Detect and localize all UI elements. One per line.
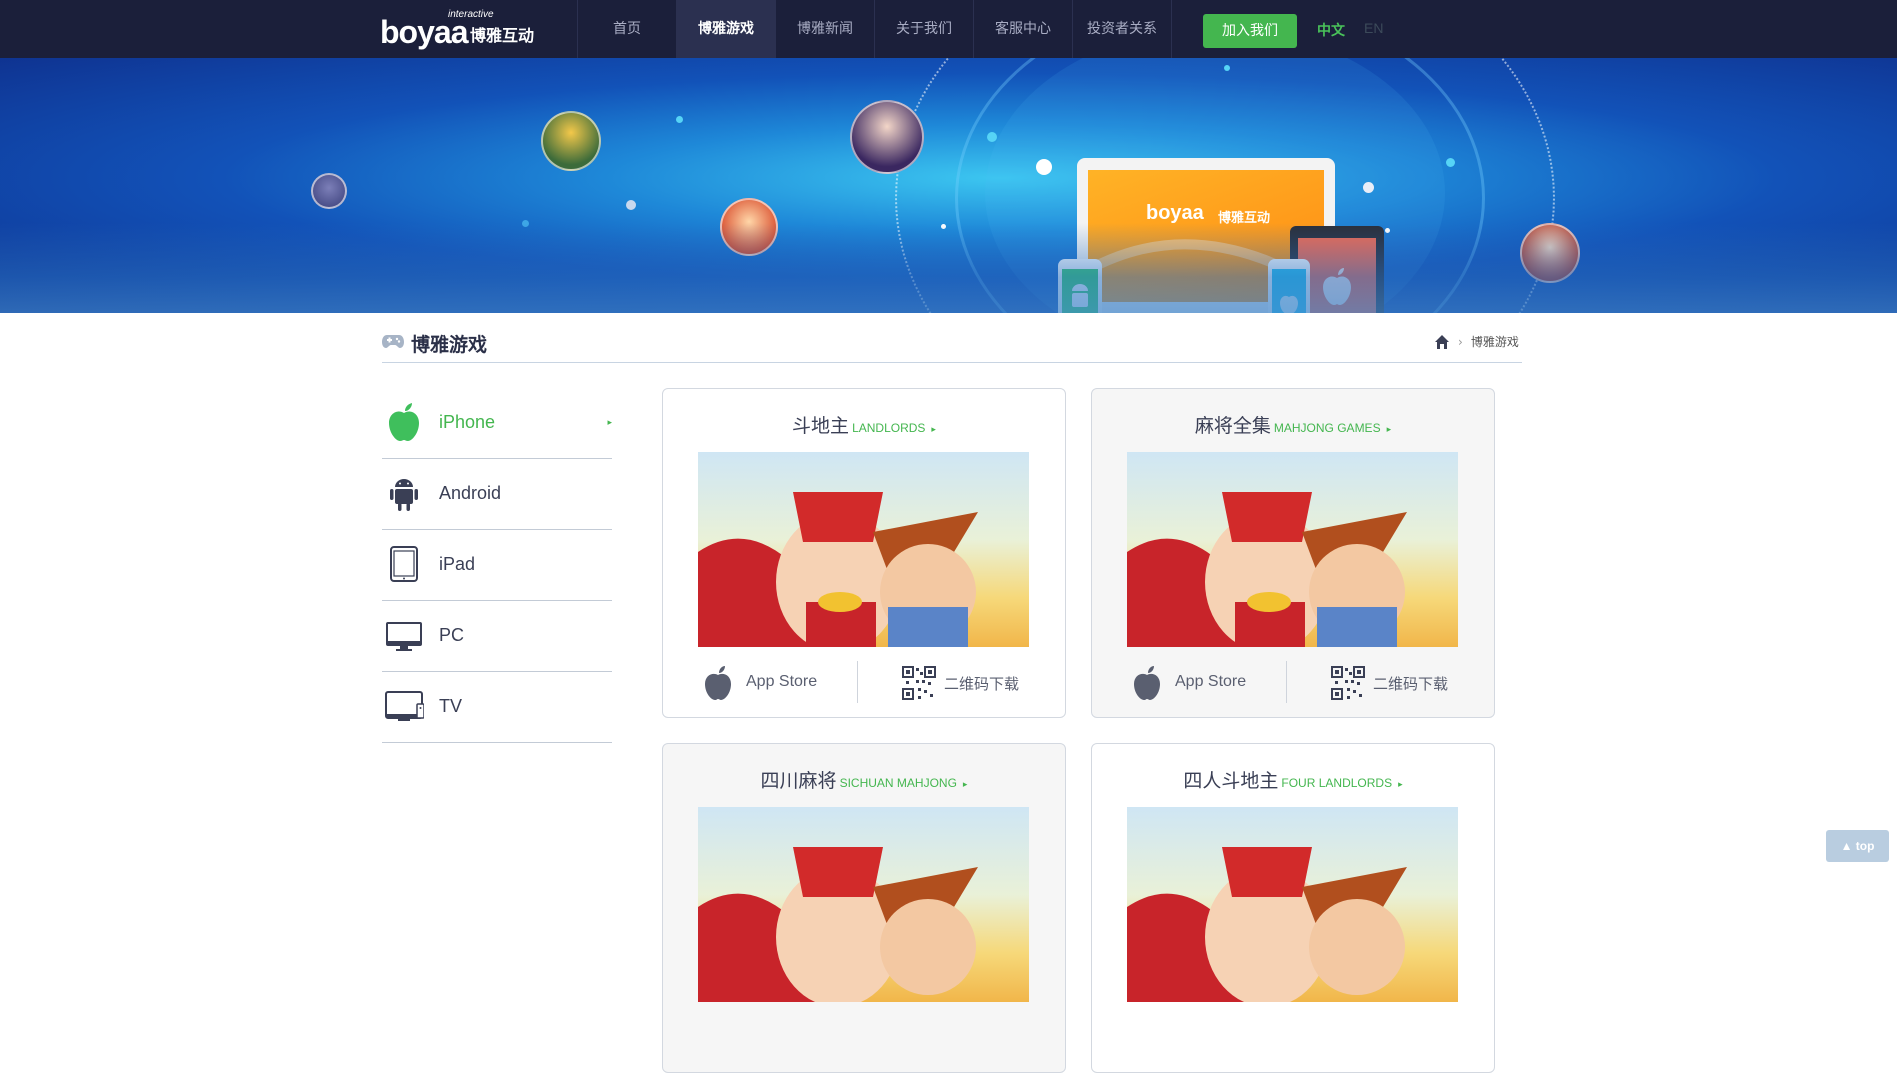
game-card-four-landlords: 四人斗地主 FOUR LANDLORDS ▸ bbox=[1091, 743, 1495, 1073]
home-icon[interactable] bbox=[1434, 334, 1450, 350]
sidebar-item-pc[interactable]: PC bbox=[382, 601, 612, 672]
game-artwork bbox=[698, 847, 978, 1002]
banner-dot bbox=[676, 116, 683, 123]
chevron-right-icon: ▸ bbox=[931, 425, 936, 435]
chevron-right-icon: ▸ bbox=[1386, 425, 1392, 435]
tablet-icon bbox=[390, 546, 418, 582]
game-banner-image[interactable] bbox=[698, 452, 1029, 647]
apple-icon bbox=[1134, 666, 1160, 700]
logo-chinese-name: 博雅互动 bbox=[470, 26, 535, 45]
app-store-label: App Store bbox=[1175, 673, 1247, 690]
tv-icon bbox=[385, 691, 424, 721]
sidebar-item-label: PC bbox=[439, 625, 465, 645]
game-title-cn: 斗地主 bbox=[792, 415, 850, 437]
platform-sidebar: iPhone ▸ Android iPad PC TV bbox=[382, 388, 612, 743]
banner-dot bbox=[1446, 158, 1455, 167]
nav-service[interactable]: 客服中心 bbox=[974, 0, 1073, 58]
game-banner-image[interactable] bbox=[1127, 807, 1458, 1002]
sidebar-item-android[interactable]: Android bbox=[382, 459, 612, 530]
game-artwork bbox=[1127, 847, 1407, 1002]
game-title-cn: 四川麻将 bbox=[760, 770, 837, 792]
breadcrumb-current: 博雅游戏 bbox=[1470, 335, 1519, 349]
nav-games[interactable]: 博雅游戏 bbox=[677, 0, 776, 58]
sidebar-item-label: TV bbox=[439, 696, 463, 716]
game-banner-image[interactable] bbox=[698, 807, 1029, 1002]
nav-investors[interactable]: 投资者关系 bbox=[1073, 0, 1172, 58]
game-title-cn: 四人斗地主 bbox=[1183, 770, 1279, 792]
character-avatar-3 bbox=[850, 100, 924, 174]
game-download-bar: App Store 二维码下载 bbox=[698, 661, 1029, 703]
apple-icon bbox=[389, 403, 419, 441]
nav-about[interactable]: 关于我们 bbox=[875, 0, 974, 58]
game-download-bar: App Store 二维码下载 bbox=[1127, 661, 1458, 703]
sidebar-item-label: iPad bbox=[439, 554, 476, 574]
page-title: 博雅游戏 bbox=[411, 334, 488, 356]
top-header: interactive boyaa 博雅互动 首页 博雅游戏 博雅新闻 关于我们… bbox=[0, 0, 1897, 58]
back-to-top-button[interactable]: ▲ top bbox=[1826, 830, 1889, 862]
chevron-right-icon: ▸ bbox=[607, 418, 612, 428]
game-card-mahjong-games: 麻将全集 MAHJONG GAMES ▸ App Store 二维码下载 bbox=[1091, 388, 1495, 718]
banner-dot bbox=[987, 132, 997, 142]
game-title-en: MAHJONG GAMES bbox=[1273, 421, 1381, 435]
sidebar-item-ipad[interactable]: iPad bbox=[382, 530, 612, 601]
monitor-icon bbox=[386, 622, 422, 651]
game-artwork bbox=[698, 492, 978, 647]
qr-download-label[interactable]: 二维码下载 bbox=[1373, 673, 1448, 694]
game-title-link[interactable]: 麻将全集 MAHJONG GAMES ▸ bbox=[1092, 411, 1494, 438]
banner-dot bbox=[1363, 182, 1374, 193]
back-to-top-label: top bbox=[1855, 839, 1875, 853]
game-title-en: SICHUAN MAHJONG bbox=[839, 776, 957, 790]
app-store-label: App Store bbox=[746, 673, 818, 690]
logo-wordmark: boyaa bbox=[380, 14, 468, 50]
app-store-link[interactable]: App Store bbox=[1127, 661, 1287, 703]
hero-banner: boyaa 博雅互动 bbox=[0, 58, 1897, 313]
game-artwork bbox=[1127, 492, 1407, 647]
banner-dot bbox=[1036, 159, 1052, 175]
apple-icon bbox=[705, 666, 731, 700]
android-icon bbox=[390, 479, 418, 511]
join-us-button[interactable]: 加入我们 bbox=[1203, 14, 1297, 48]
boyaa-logo[interactable]: interactive boyaa 博雅互动 bbox=[380, 6, 540, 52]
game-title-link[interactable]: 斗地主 LANDLORDS ▸ bbox=[663, 411, 1065, 438]
screen-logo-word: boyaa bbox=[1146, 202, 1204, 224]
qr-download-label[interactable]: 二维码下载 bbox=[944, 673, 1019, 694]
section-divider bbox=[382, 362, 1522, 363]
nav-news[interactable]: 博雅新闻 bbox=[776, 0, 875, 58]
game-card-sichuan-mahjong: 四川麻将 SICHUAN MAHJONG ▸ bbox=[662, 743, 1066, 1073]
app-store-link[interactable]: App Store bbox=[698, 661, 858, 703]
banner-dot bbox=[1224, 65, 1230, 71]
game-title-link[interactable]: 四川麻将 SICHUAN MAHJONG ▸ bbox=[663, 766, 1065, 793]
qr-code-icon[interactable] bbox=[902, 666, 936, 700]
sidebar-item-iphone[interactable]: iPhone ▸ bbox=[382, 388, 612, 459]
breadcrumb-separator: › bbox=[1458, 334, 1463, 349]
banner-mountains bbox=[0, 223, 1897, 313]
sidebar-item-label: iPhone bbox=[439, 412, 496, 432]
lang-chinese-link[interactable]: 中文 bbox=[1317, 20, 1345, 40]
chevron-right-icon: ▸ bbox=[962, 780, 968, 790]
game-title-cn: 麻将全集 bbox=[1194, 415, 1271, 437]
gamepad-icon bbox=[382, 335, 404, 348]
chevron-right-icon: ▸ bbox=[1398, 780, 1403, 790]
game-card-landlords: 斗地主 LANDLORDS ▸ App Store 二维码下载 bbox=[662, 388, 1066, 718]
game-banner-image[interactable] bbox=[1127, 452, 1458, 647]
breadcrumb: › 博雅游戏 bbox=[1434, 333, 1519, 350]
character-avatar-2 bbox=[541, 111, 601, 171]
sidebar-item-label: Android bbox=[439, 483, 502, 503]
qr-code-icon[interactable] bbox=[1331, 666, 1365, 700]
main-nav: 首页 博雅游戏 博雅新闻 关于我们 客服中心 投资者关系 bbox=[577, 0, 1172, 58]
game-title-en: LANDLORDS bbox=[852, 421, 926, 435]
game-title-en: FOUR LANDLORDS bbox=[1281, 776, 1393, 790]
game-title-link[interactable]: 四人斗地主 FOUR LANDLORDS ▸ bbox=[1092, 766, 1494, 793]
caret-up-icon: ▲ bbox=[1840, 839, 1856, 853]
sidebar-item-tv[interactable]: TV bbox=[382, 672, 612, 743]
nav-home[interactable]: 首页 bbox=[578, 0, 677, 58]
banner-dot bbox=[626, 200, 636, 210]
character-avatar-1 bbox=[311, 173, 347, 209]
lang-english-link[interactable]: EN bbox=[1364, 20, 1383, 36]
